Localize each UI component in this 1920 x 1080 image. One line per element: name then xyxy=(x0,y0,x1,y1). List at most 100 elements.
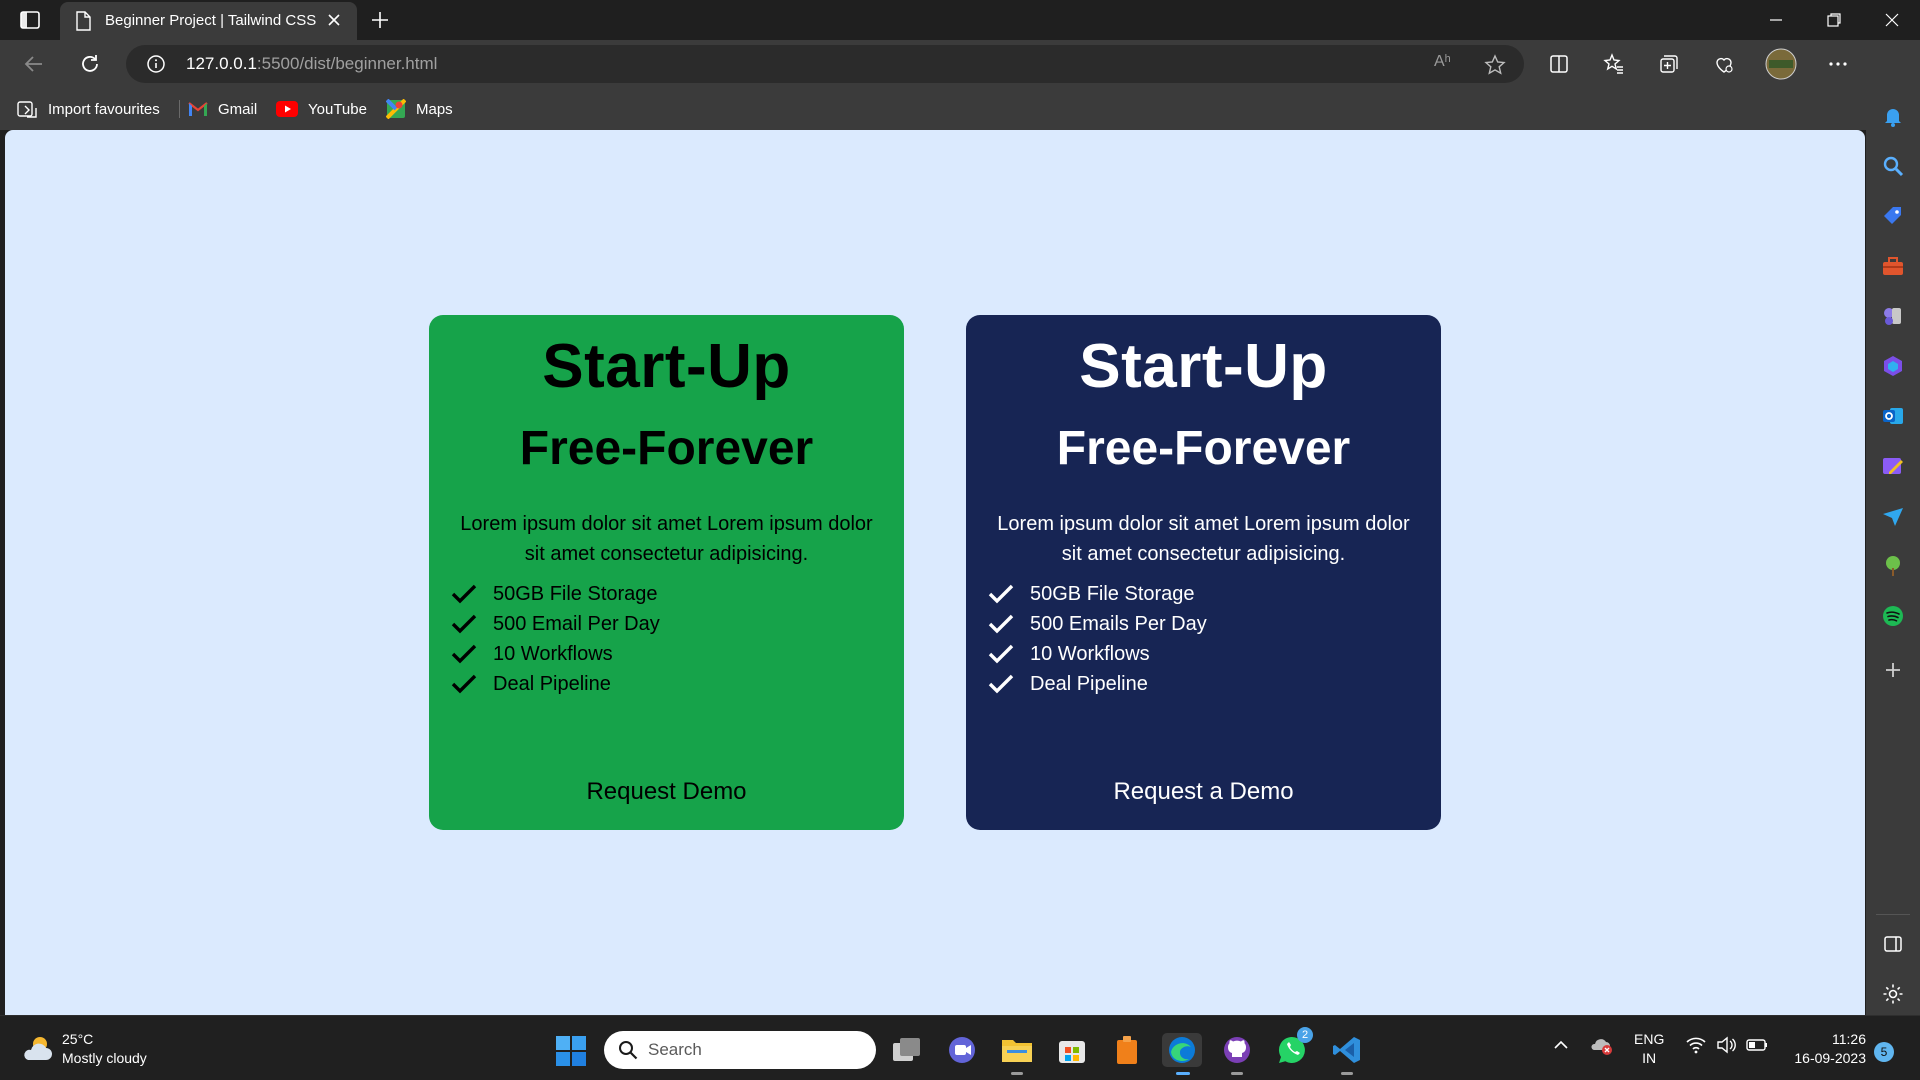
bookmark-label: YouTube xyxy=(308,100,367,118)
close-window-button[interactable] xyxy=(1864,0,1920,40)
volume-icon xyxy=(1717,1036,1736,1054)
bookmark-gmail[interactable]: Gmail xyxy=(188,98,257,120)
bookmarks-divider xyxy=(179,100,180,118)
feature-label: 10 Workflows xyxy=(1030,642,1150,665)
site-info-icon[interactable] xyxy=(146,54,166,74)
hide-sidebar-icon[interactable] xyxy=(1881,932,1905,956)
profile-avatar[interactable] xyxy=(1764,47,1798,81)
feature-item: Deal Pipeline xyxy=(988,669,1207,699)
bookmark-youtube[interactable]: YouTube xyxy=(276,98,367,120)
feature-label: 50GB File Storage xyxy=(1030,582,1195,605)
refresh-button[interactable] xyxy=(76,50,104,78)
check-icon xyxy=(451,644,477,664)
bookmark-label: Maps xyxy=(416,100,453,118)
address-bar[interactable]: 127.0.0.1:5500/dist/beginner.html Aʰ xyxy=(126,45,1524,83)
bell-icon[interactable] xyxy=(1881,104,1905,128)
add-icon[interactable] xyxy=(1881,658,1905,682)
bookmark-label: Import favourites xyxy=(48,100,160,118)
bookmark-import-favourites[interactable]: Import favourites xyxy=(16,98,160,120)
clock[interactable]: 11:26 16-09-2023 xyxy=(1786,1030,1866,1068)
page-icon xyxy=(74,11,92,31)
onedrive-error-icon[interactable] xyxy=(1590,1034,1614,1061)
page-viewport: Start-Up Free-Forever Lorem ipsum dolor … xyxy=(5,130,1865,1015)
designer-icon[interactable] xyxy=(1881,454,1905,478)
microsoft-store-icon[interactable] xyxy=(1055,1033,1089,1067)
collections-icon[interactable] xyxy=(1655,50,1683,78)
tools-icon[interactable] xyxy=(1881,254,1905,278)
clock-time: 11:26 xyxy=(1832,1031,1866,1047)
request-demo-button[interactable]: Request Demo xyxy=(429,778,904,806)
bookmark-maps[interactable]: Maps xyxy=(386,98,453,120)
clock-date: 16-09-2023 xyxy=(1794,1050,1866,1066)
games-icon[interactable] xyxy=(1881,304,1905,328)
edge-browser-icon[interactable] xyxy=(1162,1033,1202,1075)
tree-icon[interactable] xyxy=(1881,554,1905,578)
browser-toolbar: 127.0.0.1:5500/dist/beginner.html Aʰ xyxy=(0,40,1920,88)
outlook-icon[interactable] xyxy=(1881,404,1905,428)
search-icon[interactable] xyxy=(1881,154,1905,178)
microsoft365-icon[interactable] xyxy=(1881,354,1905,378)
card-title: Start-Up xyxy=(1079,332,1328,401)
sidebar-divider xyxy=(1876,914,1910,915)
tab-actions-icon[interactable] xyxy=(18,8,42,32)
system-status-group[interactable] xyxy=(1686,1036,1768,1054)
feature-label: Deal Pipeline xyxy=(1030,672,1148,695)
youtube-icon xyxy=(276,101,298,117)
office-app-icon[interactable] xyxy=(1110,1033,1144,1067)
check-icon xyxy=(451,614,477,634)
favorite-star-icon[interactable] xyxy=(1484,54,1506,75)
more-options-icon[interactable] xyxy=(1824,50,1852,78)
import-icon xyxy=(17,101,37,118)
split-screen-icon[interactable] xyxy=(1545,50,1573,78)
pricing-card-startup-green: Start-Up Free-Forever Lorem ipsum dolor … xyxy=(429,315,904,830)
github-desktop-icon[interactable] xyxy=(1220,1033,1254,1075)
browser-titlebar: Beginner Project | Tailwind CSS xyxy=(0,0,1920,40)
weather-widget[interactable]: 25°C Mostly cloudy xyxy=(20,1030,147,1068)
shopping-tag-icon[interactable] xyxy=(1881,204,1905,228)
request-a-demo-button[interactable]: Request a Demo xyxy=(966,778,1441,806)
minimize-button[interactable] xyxy=(1748,0,1804,40)
favorites-icon[interactable] xyxy=(1600,50,1628,78)
taskbar-search[interactable]: Search xyxy=(604,1031,876,1069)
maps-icon xyxy=(386,99,406,119)
restore-button[interactable] xyxy=(1806,0,1862,40)
task-view-icon[interactable] xyxy=(890,1033,924,1067)
teams-chat-icon[interactable] xyxy=(945,1033,979,1067)
new-tab-button[interactable] xyxy=(368,8,392,32)
whatsapp-icon[interactable]: 2 xyxy=(1275,1027,1313,1067)
close-icon[interactable] xyxy=(325,11,343,29)
show-hidden-icons[interactable] xyxy=(1552,1036,1570,1059)
card-subtitle: Free-Forever xyxy=(519,422,814,475)
card-subtitle: Free-Forever xyxy=(1056,422,1351,475)
url-text[interactable]: 127.0.0.1:5500/dist/beginner.html xyxy=(186,54,437,74)
language-indicator[interactable]: ENG IN xyxy=(1634,1030,1664,1068)
file-explorer-icon[interactable] xyxy=(1000,1033,1034,1075)
running-indicator xyxy=(1011,1072,1023,1075)
bookmark-label: Gmail xyxy=(218,100,258,118)
feature-item: Deal Pipeline xyxy=(451,669,660,699)
whatsapp-badge: 2 xyxy=(1297,1027,1313,1043)
wifi-icon xyxy=(1686,1037,1706,1054)
feature-label: Deal Pipeline xyxy=(493,672,611,695)
notification-count-badge[interactable]: 5 xyxy=(1874,1042,1894,1062)
back-button[interactable] xyxy=(20,50,48,78)
settings-icon[interactable] xyxy=(1881,982,1905,1006)
windows-start-icon[interactable] xyxy=(556,1036,586,1066)
card-description: Lorem ipsum dolor sit amet Lorem ipsum d… xyxy=(460,513,873,565)
browser-essentials-icon[interactable] xyxy=(1710,50,1738,78)
check-icon xyxy=(988,614,1014,634)
feature-label: 500 Email Per Day xyxy=(493,612,660,635)
vscode-icon[interactable] xyxy=(1330,1033,1364,1075)
drop-icon[interactable] xyxy=(1881,504,1905,528)
card-title: Start-Up xyxy=(542,332,791,401)
read-aloud-icon[interactable]: Aʰ xyxy=(1434,53,1454,73)
browser-tab-active[interactable]: Beginner Project | Tailwind CSS xyxy=(60,2,357,40)
spotify-icon[interactable] xyxy=(1881,604,1905,628)
tab-title: Beginner Project | Tailwind CSS xyxy=(105,12,317,29)
check-icon xyxy=(988,644,1014,664)
url-host: 127.0.0.1 xyxy=(186,54,257,73)
check-icon xyxy=(451,584,477,604)
feature-item: 10 Workflows xyxy=(988,639,1207,669)
card-description: Lorem ipsum dolor sit amet Lorem ipsum d… xyxy=(997,513,1410,565)
active-indicator xyxy=(1176,1072,1190,1075)
